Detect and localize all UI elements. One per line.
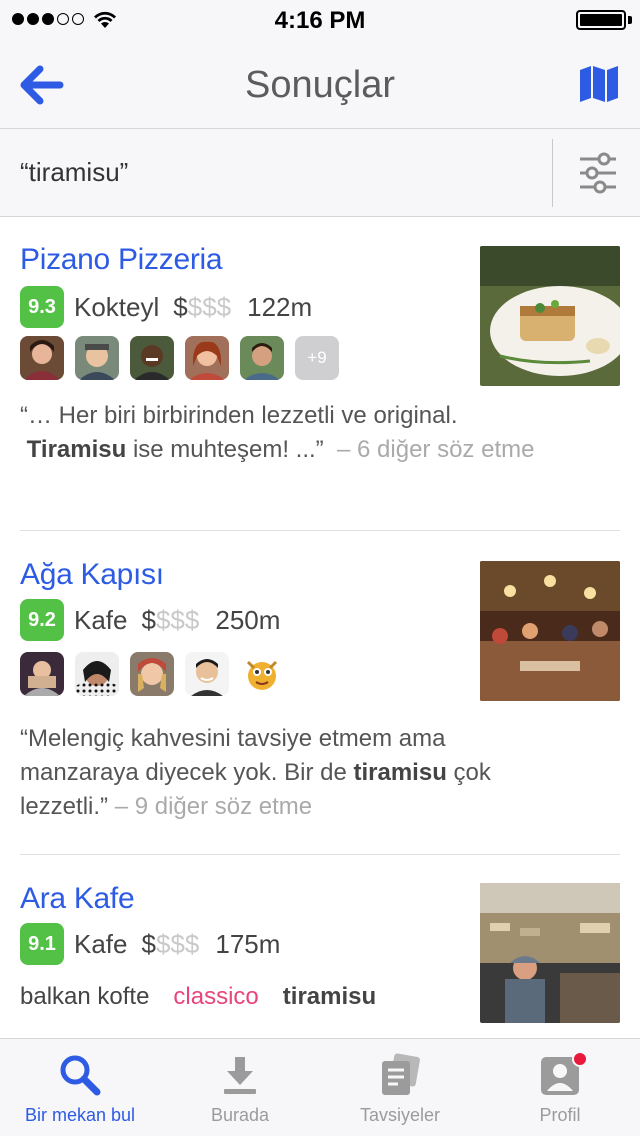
more-friends-badge[interactable]: +9 bbox=[295, 336, 339, 380]
tab-label: Burada bbox=[210, 1105, 270, 1125]
score-badge: 9.2 bbox=[20, 599, 64, 641]
venue-photo[interactable] bbox=[480, 246, 620, 386]
venue-name[interactable]: Pizano Pizzeria bbox=[20, 243, 223, 277]
venue-category: Kokteyl bbox=[74, 291, 160, 322]
venue-meta: 9.2 Kafe $$$$ 250m bbox=[20, 598, 280, 642]
venue-meta: 9.1 Kafe $$$$ 175m bbox=[20, 922, 280, 966]
avatar[interactable] bbox=[130, 652, 174, 696]
score-badge: 9.3 bbox=[20, 286, 64, 328]
tips-icon bbox=[382, 1053, 420, 1095]
divider bbox=[552, 139, 553, 207]
result-card[interactable]: Pizano Pizzeria 9.3 Kokteyl $$$$ 122m +9… bbox=[0, 217, 640, 530]
venue-distance: 250m bbox=[215, 604, 281, 635]
avatar[interactable] bbox=[75, 336, 119, 380]
venue-photo[interactable] bbox=[480, 883, 620, 1023]
status-time: 4:16 PM bbox=[274, 7, 366, 34]
tab-tips[interactable]: Tavsiyeler bbox=[320, 1039, 480, 1136]
tab-find-venue[interactable]: Bir mekan bul bbox=[0, 1039, 160, 1136]
price-level: $$$$ bbox=[173, 291, 232, 322]
result-card[interactable]: Ağa Kapısı 9.2 Kafe $$$$ 250m “Melengiç … bbox=[0, 531, 640, 854]
price-level: $$$$ bbox=[141, 604, 200, 635]
battery-icon bbox=[576, 10, 626, 30]
tab-here[interactable]: Burada bbox=[160, 1039, 320, 1136]
tab-label: Profil bbox=[539, 1105, 581, 1125]
battery-tip bbox=[628, 16, 632, 24]
review-quote: “… Her biri birbirinden lezzetli ve orig… bbox=[20, 402, 535, 463]
venue-distance: 175m bbox=[215, 928, 281, 959]
avatar[interactable] bbox=[75, 652, 119, 696]
avatar[interactable] bbox=[20, 336, 64, 380]
avatar[interactable] bbox=[130, 336, 174, 380]
venue-distance: 122m bbox=[247, 291, 313, 322]
tag[interactable]: balkan kofte bbox=[20, 983, 149, 1011]
filter-sliders-icon[interactable] bbox=[576, 151, 620, 195]
venue-photo[interactable] bbox=[480, 561, 620, 701]
notification-badge bbox=[572, 1051, 588, 1067]
friend-avatars: +9 bbox=[20, 336, 339, 380]
tab-label: Bir mekan bul bbox=[24, 1105, 136, 1125]
result-card[interactable]: Ara Kafe 9.1 Kafe $$$$ 175m balkan kofte… bbox=[0, 855, 640, 1038]
avatar[interactable] bbox=[185, 336, 229, 380]
tag-highlighted[interactable]: classico bbox=[173, 983, 258, 1011]
friend-avatars bbox=[20, 652, 284, 696]
review-quote: “Melengiç kahvesini tavsiye etmem ama ma… bbox=[20, 725, 491, 820]
score-badge: 9.1 bbox=[20, 923, 64, 965]
tag-matched[interactable]: tiramisu bbox=[283, 983, 376, 1011]
avatar[interactable] bbox=[185, 652, 229, 696]
venue-name[interactable]: Ara Kafe bbox=[20, 882, 135, 916]
avatar[interactable] bbox=[20, 652, 64, 696]
search-icon bbox=[60, 1055, 101, 1096]
venue-category: Kafe bbox=[74, 604, 128, 635]
mentions-link[interactable]: – 6 diğer söz etme bbox=[337, 436, 534, 463]
map-icon[interactable] bbox=[578, 64, 620, 104]
search-bar: “tiramisu” bbox=[0, 129, 640, 217]
nav-bar: Sonuçlar bbox=[0, 40, 640, 129]
avatar[interactable] bbox=[240, 336, 284, 380]
price-level: $$$$ bbox=[141, 928, 200, 959]
venue-category: Kafe bbox=[74, 928, 128, 959]
check-in-icon bbox=[224, 1057, 256, 1094]
venue-tags: balkan kofte classico tiramisu bbox=[20, 983, 376, 1011]
status-bar: 4:16 PM bbox=[0, 0, 640, 40]
tab-bar: Bir mekan bul Burada Tavsiyeler Profil bbox=[0, 1038, 640, 1136]
venue-meta: 9.3 Kokteyl $$$$ 122m bbox=[20, 285, 312, 329]
tab-label: Tavsiyeler bbox=[359, 1105, 441, 1125]
search-query[interactable]: “tiramisu” bbox=[20, 157, 128, 188]
page-title: Sonuçlar bbox=[245, 64, 395, 106]
venue-name[interactable]: Ağa Kapısı bbox=[20, 558, 164, 592]
mentions-link[interactable]: – 9 diğer söz etme bbox=[115, 793, 312, 820]
tab-profile[interactable]: Profil bbox=[480, 1039, 640, 1136]
avatar[interactable] bbox=[240, 652, 284, 696]
